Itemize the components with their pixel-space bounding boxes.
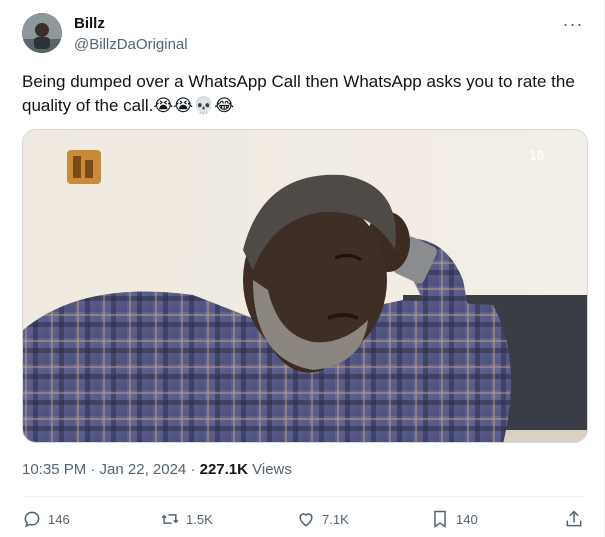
tweet-meta: 10:35 PM · Jan 22, 2024 · 227.1K Views (22, 461, 292, 478)
media-age-badge: 16 (529, 147, 545, 163)
more-options-icon[interactable]: ··· (562, 14, 584, 34)
bookmark-count: 140 (456, 511, 478, 527)
reply-count: 146 (48, 511, 70, 527)
retweet-count: 1.5K (186, 511, 213, 527)
heart-icon (299, 513, 313, 527)
user-handle[interactable]: @BillzDaOriginal (74, 36, 188, 53)
tweet-media-image[interactable]: 16 (22, 129, 588, 443)
tweet-emojis: 😭😭💀😂 (153, 96, 235, 116)
bookmark-icon (434, 510, 446, 528)
tweet-actions: 146 1.5K 7.1K 140 (22, 505, 587, 533)
reply-button[interactable]: 146 (22, 505, 70, 533)
channel-logo-icon (67, 150, 101, 184)
views-count: 227.1K (199, 461, 248, 478)
avatar[interactable] (22, 13, 62, 53)
tweet-card: Billz @BillzDaOriginal ··· Being dumped … (0, 0, 605, 537)
tweet-text: Being dumped over a WhatsApp Call then W… (22, 70, 592, 118)
like-count: 7.1K (322, 511, 349, 527)
retweet-icon (161, 514, 179, 524)
share-icon (566, 510, 582, 527)
like-button[interactable]: 7.1K (296, 505, 349, 533)
bookmark-button[interactable]: 140 (430, 505, 478, 533)
tweet-timestamp[interactable]: 10:35 PM · Jan 22, 2024 · (22, 461, 200, 478)
divider (22, 496, 586, 497)
reply-icon (24, 511, 40, 528)
display-name[interactable]: Billz (74, 15, 105, 32)
views-label: Views (247, 461, 292, 478)
tweet-body: Being dumped over a WhatsApp Call then W… (22, 72, 575, 115)
share-button[interactable] (564, 505, 590, 533)
retweet-button[interactable]: 1.5K (160, 505, 213, 533)
